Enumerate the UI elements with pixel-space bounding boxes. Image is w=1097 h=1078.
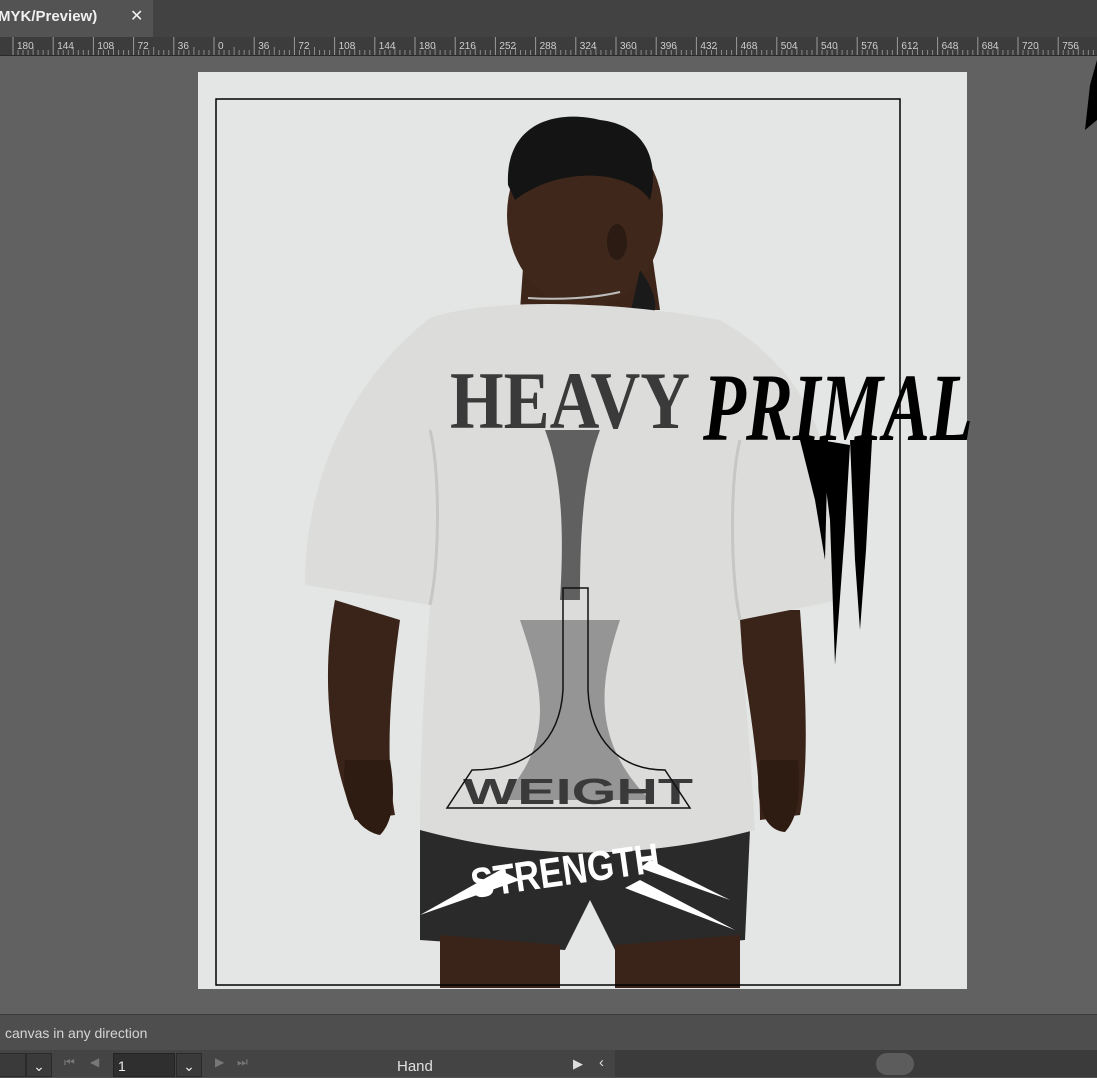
document-tab-bar: MYK/Preview) ✕ — [0, 0, 1097, 37]
ruler-label: 72 — [298, 41, 310, 52]
ruler-label: 108 — [339, 41, 356, 52]
ruler-label: 288 — [540, 41, 557, 52]
weight-text[interactable]: WEIGHT — [463, 771, 693, 812]
ruler-label: 720 — [1022, 41, 1039, 52]
ruler-label: 180 — [419, 41, 436, 52]
ruler-label: 108 — [97, 41, 114, 52]
horizontal-scrollbar[interactable] — [615, 1050, 1097, 1077]
current-tool-label[interactable]: Hand — [397, 1058, 433, 1075]
pasteboard[interactable]: HEAVY WEIGHT PRIMAL STRENGTH — [0, 56, 1097, 1014]
ruler-label: 216 — [459, 41, 476, 52]
ruler-label: 180 — [17, 41, 34, 52]
last-page-icon[interactable]: ⏭ — [237, 1055, 248, 1070]
page-number-field[interactable]: 1 — [113, 1053, 175, 1077]
ruler-label: 648 — [942, 41, 959, 52]
close-icon[interactable]: ✕ — [130, 6, 143, 26]
play-icon[interactable]: ▶ — [573, 1056, 583, 1072]
document-tab-title: MYK/Preview) — [0, 8, 98, 25]
ruler-label: 432 — [700, 41, 717, 52]
offcanvas-shape[interactable] — [1085, 60, 1097, 130]
first-page-icon[interactable]: ⏮ — [64, 1055, 75, 1070]
ruler-label: 252 — [499, 41, 516, 52]
artwork-layer: HEAVY WEIGHT PRIMAL STRENGTH — [215, 60, 1097, 988]
page-dropdown-chevron-icon[interactable]: ⌄ — [176, 1053, 202, 1077]
bottom-navigation-bar: ⌄ ⏮ ◀ 1 ⌄ ▶ ⏭ Hand ▶ ‹ — [0, 1050, 1097, 1077]
ruler-label: 684 — [982, 41, 999, 52]
ruler-label: 144 — [379, 41, 396, 52]
chevron-down-icon[interactable]: ⌄ — [26, 1053, 52, 1077]
ruler-label: 360 — [620, 41, 637, 52]
status-hint: canvas in any direction — [5, 1025, 148, 1041]
ruler-label: 144 — [57, 41, 74, 52]
horizontal-ruler[interactable]: 180 144 108 72 36 0 36 72 108 144 180 216 252 288 324 3… — [0, 37, 1097, 56]
scroll-left-icon[interactable]: ‹ — [599, 1054, 604, 1071]
ruler-label: 540 — [821, 41, 838, 52]
ruler-scale: 180 144 108 72 36 0 36 72 108 144 180 216 252 288 324 3… — [12, 37, 1094, 55]
ruler-label: 324 — [580, 41, 597, 52]
ruler-label: 36 — [258, 41, 270, 52]
ruler-label: 72 — [138, 41, 150, 52]
ruler-label: 576 — [861, 41, 878, 52]
ruler-label: 468 — [741, 41, 758, 52]
status-bar: canvas in any direction — [0, 1014, 1097, 1050]
zoom-dropdown[interactable] — [0, 1053, 26, 1077]
ruler-label: 0 — [218, 41, 224, 52]
previous-page-icon[interactable]: ◀ — [90, 1055, 99, 1069]
ruler-label: 756 — [1062, 41, 1079, 52]
ruler-label: 504 — [781, 41, 798, 52]
ruler-label: 612 — [901, 41, 918, 52]
scrollbar-thumb[interactable] — [876, 1053, 914, 1075]
ruler-label: 396 — [660, 41, 677, 52]
document-tab[interactable]: MYK/Preview) ✕ — [0, 0, 153, 37]
ruler-label: 36 — [178, 41, 190, 52]
next-page-icon[interactable]: ▶ — [215, 1055, 224, 1069]
